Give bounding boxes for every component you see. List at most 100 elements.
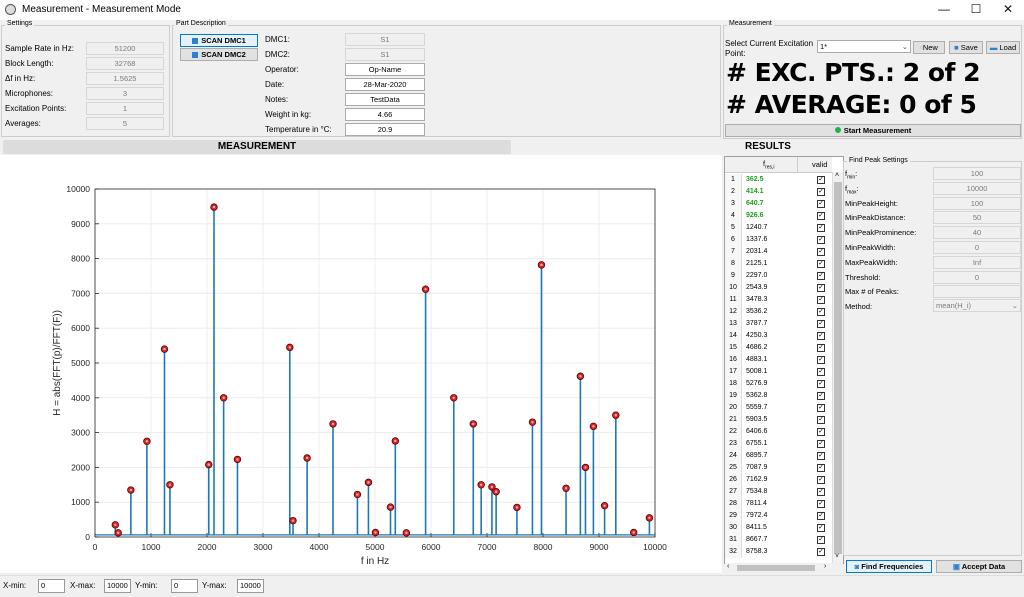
- table-row[interactable]: 22 6406.6 ✓: [725, 426, 832, 438]
- table-row[interactable]: 14 4250.3 ✓: [725, 330, 832, 342]
- scan-dmc2-button[interactable]: SCAN DMC2: [180, 48, 258, 61]
- close-button[interactable]: ✕: [992, 0, 1024, 20]
- table-row[interactable]: 17 5008.1 ✓: [725, 366, 832, 378]
- valid-checkbox[interactable]: ✓: [817, 272, 825, 280]
- valid-checkbox[interactable]: ✓: [817, 368, 825, 376]
- valid-checkbox[interactable]: ✓: [817, 236, 825, 244]
- table-row[interactable]: 10 2543.9 ✓: [725, 282, 832, 294]
- peak-setting-value[interactable]: 50: [933, 211, 1021, 225]
- valid-checkbox[interactable]: ✓: [817, 284, 825, 292]
- scroll-right-icon[interactable]: ›: [824, 563, 826, 570]
- valid-checkbox[interactable]: ✓: [817, 536, 825, 544]
- table-row[interactable]: 29 7972.4 ✓: [725, 510, 832, 522]
- table-row[interactable]: 19 5362.8 ✓: [725, 390, 832, 402]
- results-vertical-scrollbar[interactable]: ˄ ˅: [832, 172, 843, 564]
- valid-checkbox[interactable]: ✓: [817, 188, 825, 196]
- table-row[interactable]: 18 5276.9 ✓: [725, 378, 832, 390]
- peak-setting-value[interactable]: 100: [933, 167, 1021, 180]
- table-row[interactable]: 8 2125.1 ✓: [725, 258, 832, 270]
- table-row[interactable]: 1 362.5 ✓: [725, 174, 832, 186]
- valid-checkbox[interactable]: ✓: [817, 176, 825, 184]
- xmin-input[interactable]: 0: [38, 579, 65, 593]
- minimize-button[interactable]: —: [928, 0, 960, 20]
- table-row[interactable]: 27 7534.8 ✓: [725, 486, 832, 498]
- part-field[interactable]: 20.9: [345, 123, 425, 136]
- part-field[interactable]: TestData: [345, 93, 425, 106]
- part-field[interactable]: 28-Mar-2020: [345, 78, 425, 91]
- valid-checkbox[interactable]: ✓: [817, 212, 825, 220]
- table-row[interactable]: 2 414.1 ✓: [725, 186, 832, 198]
- table-row[interactable]: 16 4883.1 ✓: [725, 354, 832, 366]
- part-field[interactable]: Op-Name: [345, 63, 425, 76]
- valid-checkbox[interactable]: ✓: [817, 248, 825, 256]
- table-row[interactable]: 23 6755.1 ✓: [725, 438, 832, 450]
- part-field[interactable]: 4.66: [345, 108, 425, 121]
- table-row[interactable]: 25 7087.9 ✓: [725, 462, 832, 474]
- valid-checkbox[interactable]: ✓: [817, 320, 825, 328]
- table-row[interactable]: 30 8411.5 ✓: [725, 522, 832, 534]
- table-row[interactable]: 6 1337.6 ✓: [725, 234, 832, 246]
- valid-checkbox[interactable]: ✓: [817, 380, 825, 388]
- table-row[interactable]: 24 6895.7 ✓: [725, 450, 832, 462]
- table-row[interactable]: 9 2297.0 ✓: [725, 270, 832, 282]
- table-row[interactable]: 13 3787.7 ✓: [725, 318, 832, 330]
- scroll-thumb[interactable]: [834, 182, 842, 554]
- table-row[interactable]: 32 8758.3 ✓: [725, 546, 832, 558]
- valid-checkbox[interactable]: ✓: [817, 200, 825, 208]
- xmax-input[interactable]: 10000: [104, 579, 131, 593]
- find-frequencies-button[interactable]: ◙ Find Frequencies: [846, 560, 932, 573]
- valid-checkbox[interactable]: ✓: [817, 440, 825, 448]
- start-measurement-button[interactable]: Start Measurement: [725, 124, 1021, 137]
- peak-setting-value[interactable]: 40: [933, 226, 1021, 240]
- peak-setting-value[interactable]: 0: [933, 241, 1021, 254]
- valid-checkbox[interactable]: ✓: [817, 464, 825, 472]
- table-row[interactable]: 5 1240.7 ✓: [725, 222, 832, 234]
- valid-checkbox[interactable]: ✓: [817, 332, 825, 340]
- table-row[interactable]: 28 7811.4 ✓: [725, 498, 832, 510]
- peak-setting-value[interactable]: [933, 285, 1021, 299]
- scroll-down-icon[interactable]: ˅: [835, 553, 839, 560]
- ymin-input[interactable]: 0: [171, 579, 198, 593]
- peak-setting-value[interactable]: 100: [933, 196, 1021, 210]
- new-button[interactable]: ▫New: [913, 41, 945, 54]
- peak-setting-value[interactable]: 0: [933, 270, 1021, 284]
- valid-checkbox[interactable]: ✓: [817, 476, 825, 484]
- results-table[interactable]: fres,i valid 1 362.5 ✓ 2 414.1 ✓ 3 640.7…: [724, 156, 844, 564]
- valid-checkbox[interactable]: ✓: [817, 452, 825, 460]
- valid-checkbox[interactable]: ✓: [817, 260, 825, 268]
- valid-checkbox[interactable]: ✓: [817, 224, 825, 232]
- frequency-response-chart[interactable]: 0 1000 2000 3000 4000 5000 6000 7000 8000 9000 100…: [0, 155, 722, 573]
- valid-checkbox[interactable]: ✓: [817, 524, 825, 532]
- valid-checkbox[interactable]: ✓: [817, 404, 825, 412]
- table-row[interactable]: 4 926.6 ✓: [725, 210, 832, 222]
- valid-checkbox[interactable]: ✓: [817, 392, 825, 400]
- valid-checkbox[interactable]: ✓: [817, 416, 825, 424]
- maximize-button[interactable]: ☐: [960, 0, 992, 20]
- table-row[interactable]: 3 640.7 ✓: [725, 198, 832, 210]
- valid-checkbox[interactable]: ✓: [817, 428, 825, 436]
- excitation-point-select[interactable]: 1* ⌄: [817, 40, 911, 53]
- table-row[interactable]: 12 3536.2 ✓: [725, 306, 832, 318]
- hscroll-thumb[interactable]: [737, 565, 815, 571]
- scan-dmc1-button[interactable]: SCAN DMC1: [180, 34, 258, 47]
- valid-checkbox[interactable]: ✓: [817, 296, 825, 304]
- table-row[interactable]: 11 3478.3 ✓: [725, 294, 832, 306]
- table-row[interactable]: 20 5559.7 ✓: [725, 402, 832, 414]
- valid-checkbox[interactable]: ✓: [817, 548, 825, 556]
- peak-setting-value[interactable]: 10000: [933, 181, 1021, 195]
- save-button[interactable]: ■ Save: [949, 41, 983, 54]
- valid-checkbox[interactable]: ✓: [817, 344, 825, 352]
- valid-checkbox[interactable]: ✓: [817, 488, 825, 496]
- table-row[interactable]: 15 4686.2 ✓: [725, 342, 832, 354]
- ymax-input[interactable]: 10000: [237, 579, 264, 593]
- scroll-up-icon[interactable]: ˄: [835, 172, 839, 179]
- scroll-left-icon[interactable]: ‹: [727, 563, 729, 570]
- load-button[interactable]: ▬ Load: [986, 41, 1020, 54]
- valid-checkbox[interactable]: ✓: [817, 356, 825, 364]
- valid-checkbox[interactable]: ✓: [817, 308, 825, 316]
- accept-data-button[interactable]: ▣ Accept Data: [936, 560, 1022, 573]
- table-row[interactable]: 21 5903.5 ✓: [725, 414, 832, 426]
- valid-checkbox[interactable]: ✓: [817, 500, 825, 508]
- peak-setting-value[interactable]: Inf: [933, 255, 1021, 269]
- valid-checkbox[interactable]: ✓: [817, 512, 825, 520]
